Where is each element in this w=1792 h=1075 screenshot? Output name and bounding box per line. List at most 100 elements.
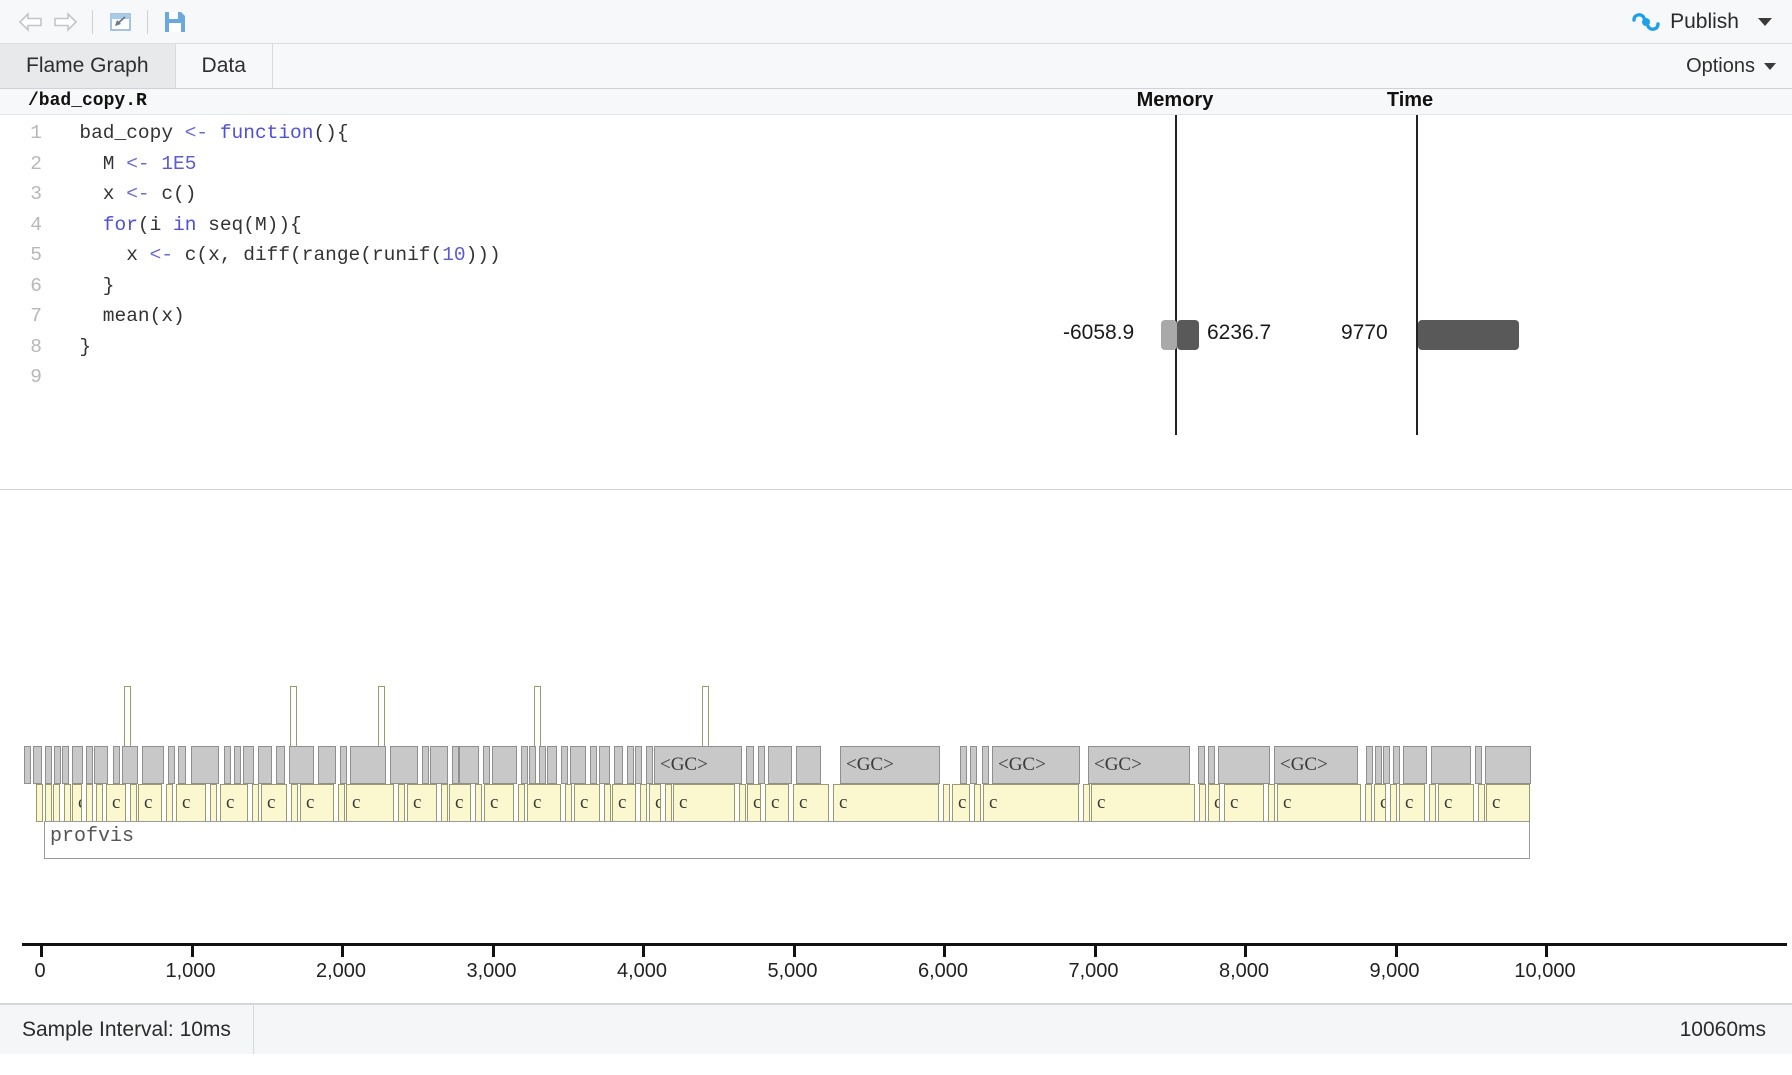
flame-block[interactable] (258, 746, 272, 784)
flame-block[interactable] (422, 746, 429, 784)
flame-block[interactable] (252, 784, 259, 822)
flame-block[interactable] (1365, 784, 1372, 822)
flame-block[interactable] (635, 746, 642, 784)
flame-block[interactable] (960, 746, 967, 784)
flame-block[interactable] (627, 746, 634, 784)
flame-block-gc[interactable]: <GC> (840, 746, 940, 784)
flame-block[interactable] (1390, 784, 1397, 822)
flame-block[interactable] (646, 746, 653, 784)
options-menu-button[interactable]: Options (1676, 44, 1792, 88)
flame-block[interactable] (33, 746, 42, 784)
flame-block[interactable] (943, 784, 950, 822)
flame-block[interactable] (1218, 746, 1270, 784)
flame-block[interactable] (430, 746, 448, 784)
flame-block[interactable] (758, 746, 765, 784)
flame-block[interactable] (390, 746, 418, 784)
flame-block[interactable] (1429, 784, 1436, 822)
flame-block[interactable] (96, 784, 103, 822)
flame-block[interactable] (768, 746, 792, 784)
flame-block[interactable] (796, 746, 821, 784)
code-line[interactable]: 1 bad_copy <- function(){ (0, 118, 1792, 149)
flame-block[interactable] (45, 746, 52, 784)
flame-block[interactable] (1083, 784, 1090, 822)
code-line[interactable]: 3 x <- c() (0, 179, 1792, 210)
flame-block[interactable] (1475, 746, 1482, 784)
flame-block[interactable] (518, 784, 525, 822)
flame-block-c[interactable]: c (952, 784, 970, 822)
flame-block[interactable] (1485, 746, 1531, 784)
flame-block[interactable] (234, 746, 241, 784)
flame-block[interactable] (604, 784, 611, 822)
flame-block[interactable] (210, 784, 217, 822)
flame-block-c[interactable]: c (484, 784, 514, 822)
flame-block[interactable] (130, 784, 137, 822)
flame-block[interactable] (441, 784, 448, 822)
code-line[interactable]: 4 for(i in seq(M)){ (0, 210, 1792, 241)
flame-block[interactable] (459, 746, 479, 784)
flame-block[interactable] (1383, 746, 1390, 784)
flame-block[interactable] (178, 746, 186, 784)
flame-block[interactable] (318, 746, 336, 784)
flame-block[interactable] (86, 746, 93, 784)
flame-block[interactable] (1478, 784, 1485, 822)
flame-block[interactable] (168, 746, 175, 784)
flame-block-gc[interactable]: <GC> (992, 746, 1080, 784)
flame-block-c[interactable]: c (765, 784, 789, 822)
code-line[interactable]: 8 } (0, 332, 1792, 363)
flame-block[interactable] (54, 746, 61, 784)
flame-block[interactable] (547, 746, 557, 784)
flame-block[interactable] (974, 784, 981, 822)
flame-block[interactable] (475, 784, 482, 822)
flame-block-gc[interactable]: <GC> (1088, 746, 1190, 784)
flame-block-c[interactable]: c (673, 784, 735, 822)
flame-block-c[interactable]: c (220, 784, 248, 822)
flame-block[interactable] (291, 784, 298, 822)
flame-block[interactable] (614, 746, 623, 784)
flame-block[interactable] (191, 746, 219, 784)
flame-block-c[interactable]: c (793, 784, 829, 822)
flame-block[interactable] (24, 746, 31, 784)
flame-block[interactable] (1375, 746, 1382, 784)
flame-block[interactable] (1208, 746, 1215, 784)
flame-block-c[interactable]: c (176, 784, 206, 822)
flame-block[interactable] (36, 784, 43, 822)
back-button[interactable] (14, 7, 48, 37)
flame-block[interactable] (565, 784, 572, 822)
flame-block[interactable] (521, 746, 528, 784)
flame-block-c[interactable]: c (527, 784, 561, 822)
publish-button[interactable]: Publish (1631, 9, 1778, 35)
code-line[interactable]: 5 x <- c(x, diff(range(runif(10))) (0, 240, 1792, 271)
tab-data[interactable]: Data (176, 44, 273, 88)
flame-block[interactable] (53, 784, 60, 822)
flame-block[interactable] (86, 784, 93, 822)
flame-block[interactable] (113, 746, 120, 784)
flame-block-gc[interactable]: <GC> (1274, 746, 1358, 784)
flame-block-c[interactable]: c (261, 784, 287, 822)
flame-block-c[interactable]: c (747, 784, 761, 822)
code-line[interactable]: 6 } (0, 271, 1792, 302)
flame-block[interactable] (350, 746, 386, 784)
flame-block-c[interactable]: c (649, 784, 661, 822)
flame-block[interactable] (62, 746, 69, 784)
flame-block[interactable] (599, 746, 610, 784)
flame-block[interactable] (970, 746, 977, 784)
flame-block[interactable] (94, 746, 108, 784)
flame-block[interactable] (166, 784, 173, 822)
flame-block[interactable] (483, 746, 490, 784)
flame-block-c[interactable]: c (1399, 784, 1425, 822)
flame-block-c[interactable]: c (1091, 784, 1195, 822)
flame-block-c[interactable]: c (1374, 784, 1386, 822)
flame-block-c[interactable]: c (346, 784, 394, 822)
flame-block[interactable] (64, 784, 71, 822)
flame-block[interactable] (561, 746, 568, 784)
flame-block[interactable] (640, 784, 647, 822)
flame-block-gc[interactable]: <GC> (654, 746, 742, 784)
flame-block[interactable] (1431, 746, 1471, 784)
flame-block[interactable] (340, 746, 347, 784)
flame-block-c[interactable]: c (1486, 784, 1530, 822)
code-line[interactable]: 7 mean(x) (0, 301, 1792, 332)
flame-graph-canvas[interactable]: <GC> <GC> <GC> <GC> <GC> c c c c c c c c c c c c c c c c c c c c… (0, 490, 1792, 1003)
flame-block[interactable] (739, 784, 746, 822)
flame-block[interactable] (243, 746, 254, 784)
flame-block-c[interactable]: c (300, 784, 334, 822)
